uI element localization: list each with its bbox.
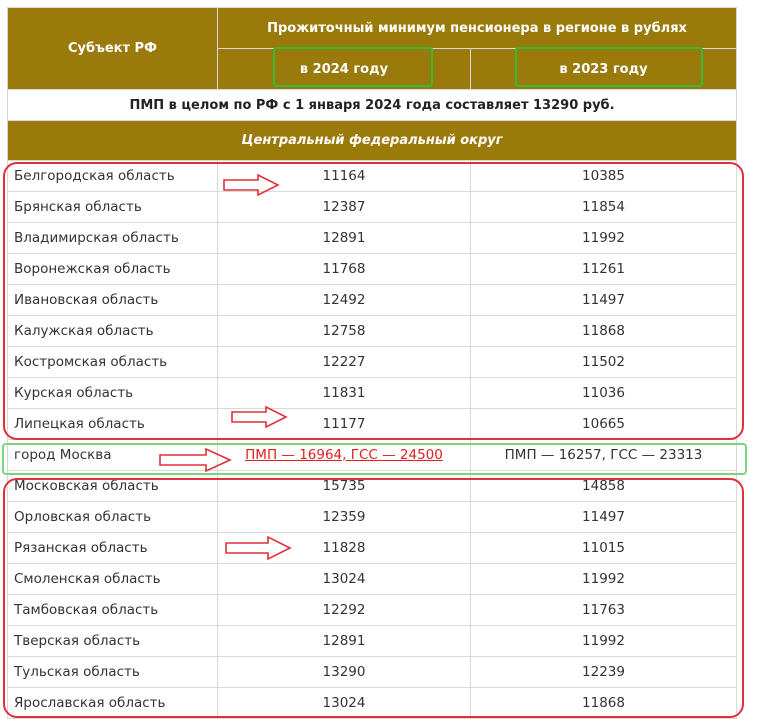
table-row: Рязанская область 11828 11015 [7, 532, 738, 564]
value-2024: 12891 [217, 222, 471, 254]
table-row: Белгородская область 11164 10385 [7, 160, 738, 192]
table-row: Орловская область 12359 11497 [7, 501, 738, 533]
value-2024: 11831 [217, 377, 471, 409]
table-row: Ярославская область 13024 11868 [7, 687, 738, 719]
national-note: ПМП в целом по РФ с 1 января 2024 года с… [6, 89, 738, 121]
value-2023: 11497 [469, 501, 738, 533]
value-2024: 15735 [217, 470, 471, 502]
value-2023: 11868 [469, 315, 738, 347]
table-row: Тамбовская область 12292 11763 [7, 594, 738, 626]
value-2023: ПМП — 16257, ГСС — 23313 [469, 439, 738, 471]
region-name: Тульская область [7, 656, 218, 688]
region-name: Калужская область [7, 315, 218, 347]
value-2023: 11868 [469, 687, 738, 719]
table-row: Владимирская область 12891 11992 [7, 222, 738, 254]
value-2024-cell: ПМП — 16964, ГСС — 24500 [217, 439, 471, 471]
region-name: Ярославская область [7, 687, 218, 719]
region-name: Тамбовская область [7, 594, 218, 626]
value-2023: 11992 [469, 563, 738, 595]
value-2024: 12758 [217, 315, 471, 347]
arrow-right-icon [225, 535, 292, 561]
region-name: Владимирская область [7, 222, 218, 254]
value-2023: 10385 [469, 160, 738, 192]
region-name: Курская область [7, 377, 218, 409]
table-row: Брянская область 12387 11854 [7, 191, 738, 223]
table-row: Тульская область 13290 12239 [7, 656, 738, 688]
value-2024: 13024 [217, 687, 471, 719]
table-row: Калужская область 12758 11868 [7, 315, 738, 347]
region-name: Ивановская область [7, 284, 218, 316]
value-2023: 11261 [469, 253, 738, 285]
value-2024: 12492 [217, 284, 471, 316]
region-name: Тверская область [7, 625, 218, 657]
header-row: Субъект РФ Прожиточный минимум пенсионер… [7, 7, 738, 90]
table-row: Липецкая область 11177 10665 [7, 408, 738, 440]
table-row: Воронежская область 11768 11261 [7, 253, 738, 285]
value-2023: 11015 [469, 532, 738, 564]
region-name: Белгородская область [7, 160, 218, 192]
arrow-right-icon [223, 173, 280, 197]
table-row: Курская область 11831 11036 [7, 377, 738, 409]
header-subject: Субъект РФ [7, 7, 218, 90]
arrow-right-icon [231, 405, 288, 429]
value-2023: 11854 [469, 191, 738, 223]
district-row: Центральный федеральный округ [6, 120, 738, 161]
value-2024: 12891 [217, 625, 471, 657]
moscow-2024-link[interactable]: ПМП — 16964, ГСС — 24500 [245, 447, 443, 463]
value-2024: 13024 [217, 563, 471, 595]
header-col-2023: в 2023 году [469, 48, 738, 90]
region-name: Брянская область [7, 191, 218, 223]
value-2023: 14858 [469, 470, 738, 502]
region-name: Смоленская область [7, 563, 218, 595]
value-2023: 11992 [469, 625, 738, 657]
value-2024: 11768 [217, 253, 471, 285]
value-2023: 11497 [469, 284, 738, 316]
region-name: Московская область [7, 470, 218, 502]
table-row-moscow: город Москва ПМП — 16964, ГСС — 24500 ПМП … [7, 439, 738, 471]
pmp-table: Субъект РФ Прожиточный минимум пенсионер… [6, 7, 738, 719]
header-group-title: Прожиточный минимум пенсионера в регионе… [216, 7, 738, 49]
value-2023: 12239 [469, 656, 738, 688]
arrow-right-icon [159, 447, 232, 473]
district-title: Центральный федеральный округ [6, 120, 738, 161]
region-name: Рязанская область [7, 532, 218, 564]
header-col-2024: в 2024 году [217, 48, 471, 90]
value-2024: 12359 [217, 501, 471, 533]
table-row: Московская область 15735 14858 [7, 470, 738, 502]
value-2024: 12292 [217, 594, 471, 626]
region-name: Липецкая область [7, 408, 218, 440]
table-row: Костромская область 12227 11502 [7, 346, 738, 378]
region-name: Орловская область [7, 501, 218, 533]
value-2023: 10665 [469, 408, 738, 440]
table-row: Тверская область 12891 11992 [7, 625, 738, 657]
value-2023: 11036 [469, 377, 738, 409]
value-2024: 12227 [217, 346, 471, 378]
value-2023: 11763 [469, 594, 738, 626]
region-name: Воронежская область [7, 253, 218, 285]
table-row: Смоленская область 13024 11992 [7, 563, 738, 595]
table-row: Ивановская область 12492 11497 [7, 284, 738, 316]
value-2023: 11502 [469, 346, 738, 378]
national-note-row: ПМП в целом по РФ с 1 января 2024 года с… [6, 89, 738, 121]
region-name: Костромская область [7, 346, 218, 378]
value-2024: 13290 [217, 656, 471, 688]
value-2023: 11992 [469, 222, 738, 254]
